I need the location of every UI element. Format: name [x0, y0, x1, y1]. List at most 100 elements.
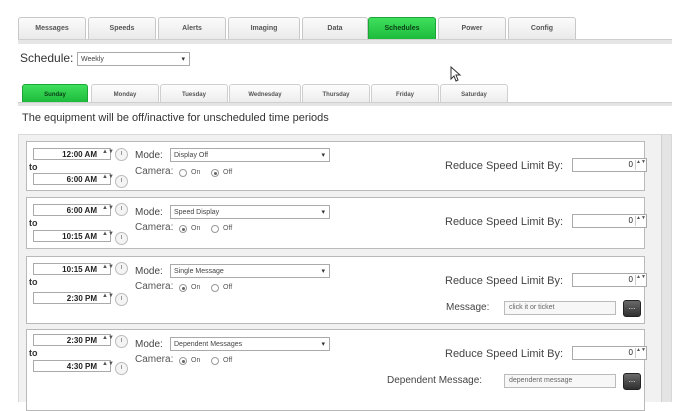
start-time-input[interactable]: 6:00 AM ▲▼ [33, 204, 114, 216]
tab-imaging[interactable]: Imaging [228, 17, 300, 40]
end-time-input[interactable]: 4:30 PM ▲▼ [33, 360, 114, 372]
spinner-icon[interactable]: ▲▼ [102, 149, 114, 155]
reduce-speed-input[interactable]: 0 ▲▼ [572, 273, 647, 287]
end-time-value: 4:30 PM [66, 362, 97, 371]
schedule-entry: 2:30 PM ▲▼ to 4:30 PM ▲▼ Mode: Dependent… [26, 329, 647, 411]
tab-sunday[interactable]: Sunday [22, 84, 88, 103]
tab-wednesday[interactable]: Wednesday [229, 84, 301, 103]
start-time-input[interactable]: 2:30 PM ▲▼ [33, 334, 114, 346]
tab-tuesday[interactable]: Tuesday [160, 84, 228, 103]
camera-label: Camera: [135, 222, 174, 233]
reduce-speed-input[interactable]: 0 ▲▼ [572, 158, 647, 172]
dependent-message-input[interactable]: dependent message [504, 374, 616, 388]
message-picker-button[interactable]: ... [623, 300, 641, 317]
spinner-icon[interactable]: ▲▼ [635, 216, 646, 226]
reduce-speed-input[interactable]: 0 ▲▼ [572, 346, 647, 360]
chevron-down-icon: ▾ [321, 209, 325, 216]
spinner-icon[interactable]: ▲▼ [102, 231, 114, 237]
clock-icon[interactable] [115, 262, 128, 275]
camera-on-radio[interactable] [179, 225, 187, 233]
tab-thursday[interactable]: Thursday [302, 84, 370, 103]
end-time-value: 6:00 AM [66, 175, 97, 184]
camera-off-radio[interactable] [211, 169, 219, 177]
spinner-icon[interactable]: ▲▼ [102, 205, 114, 211]
to-label: to [29, 277, 38, 287]
spinner-icon[interactable]: ▲▼ [102, 335, 114, 341]
schedule-label: Schedule: [20, 51, 74, 65]
spinner-icon[interactable]: ▲▼ [635, 348, 646, 358]
reduce-speed-value: 0 [628, 275, 633, 284]
reduce-speed-value: 0 [628, 216, 633, 225]
clock-icon[interactable] [115, 148, 128, 161]
mode-select[interactable]: Display Off ▾ [170, 148, 330, 162]
camera-on-label: On [191, 357, 201, 364]
camera-on-label: On [191, 169, 201, 176]
end-time-input[interactable]: 2:30 PM ▲▼ [33, 292, 114, 304]
start-time-input[interactable]: 10:15 AM ▲▼ [33, 263, 114, 275]
dependent-message-picker-button[interactable]: ... [623, 373, 641, 390]
camera-off-label: Off [223, 284, 233, 291]
tab-saturday[interactable]: Saturday [440, 84, 508, 103]
camera-off-radio[interactable] [211, 357, 219, 365]
start-time-value: 10:15 AM [62, 265, 97, 274]
mode-select-value: Speed Display [174, 209, 220, 216]
message-label: Message: [446, 302, 490, 313]
schedule-entry: 10:15 AM ▲▼ to 2:30 PM ▲▼ Mode: Single M… [26, 256, 647, 324]
tab-data[interactable]: Data [302, 17, 368, 40]
mode-select[interactable]: Dependent Messages ▾ [170, 337, 330, 351]
start-time-value: 6:00 AM [66, 206, 97, 215]
camera-label: Camera: [135, 166, 174, 177]
to-label: to [29, 162, 38, 172]
tab-schedules[interactable]: Schedules [368, 17, 436, 40]
camera-on-radio[interactable] [179, 357, 187, 365]
end-time-input[interactable]: 6:00 AM ▲▼ [33, 173, 114, 185]
chevron-down-icon: ▾ [321, 152, 325, 159]
schedule-entries-panel: 12:00 AM ▲▼ to 6:00 AM ▲▼ Mode: Display … [18, 134, 672, 411]
start-time-value: 2:30 PM [66, 336, 97, 345]
tab-config[interactable]: Config [508, 17, 576, 40]
mode-select[interactable]: Speed Display ▾ [170, 205, 330, 219]
clock-icon[interactable] [115, 293, 128, 306]
spinner-icon[interactable]: ▲▼ [102, 293, 114, 299]
mode-select[interactable]: Single Message ▾ [170, 264, 330, 278]
mode-select-value: Single Message [174, 268, 224, 275]
clock-icon[interactable] [115, 203, 128, 216]
schedule-entry: 6:00 AM ▲▼ to 10:15 AM ▲▼ Mode: Speed Di… [26, 197, 647, 249]
message-input[interactable]: click it or ticket [504, 301, 616, 315]
schedule-select[interactable]: Weekly ▾ [77, 52, 190, 66]
end-time-value: 10:15 AM [62, 232, 97, 241]
clock-icon[interactable] [115, 232, 128, 245]
spinner-icon[interactable]: ▲▼ [102, 264, 114, 270]
reduce-speed-label: Reduce Speed Limit By: [445, 160, 564, 172]
start-time-input[interactable]: 12:00 AM ▲▼ [33, 148, 114, 160]
tab-power[interactable]: Power [438, 17, 506, 40]
spinner-icon[interactable]: ▲▼ [102, 361, 114, 367]
spinner-icon[interactable]: ▲▼ [635, 160, 646, 170]
camera-off-radio[interactable] [211, 225, 219, 233]
camera-label: Camera: [135, 354, 174, 365]
tab-alerts[interactable]: Alerts [158, 17, 226, 40]
top-tab-strip [18, 39, 672, 44]
spinner-icon[interactable]: ▲▼ [635, 275, 646, 285]
camera-on-radio[interactable] [179, 169, 187, 177]
tab-speeds[interactable]: Speeds [88, 17, 156, 40]
camera-off-radio[interactable] [211, 284, 219, 292]
clock-icon[interactable] [115, 362, 128, 375]
reduce-speed-input[interactable]: 0 ▲▼ [572, 214, 647, 228]
camera-on-radio[interactable] [179, 284, 187, 292]
clock-icon[interactable] [115, 335, 128, 348]
spinner-icon[interactable]: ▲▼ [102, 174, 114, 180]
camera-off-label: Off [223, 225, 233, 232]
reduce-speed-label: Reduce Speed Limit By: [445, 216, 564, 228]
end-time-input[interactable]: 10:15 AM ▲▼ [33, 230, 114, 242]
scrollbar[interactable] [661, 135, 671, 402]
clock-icon[interactable] [115, 175, 128, 188]
tab-friday[interactable]: Friday [371, 84, 439, 103]
tab-monday[interactable]: Monday [91, 84, 159, 103]
start-time-value: 12:00 AM [62, 150, 97, 159]
day-tab-strip [18, 102, 672, 106]
schedule-select-value: Weekly [81, 56, 104, 63]
tab-messages[interactable]: Messages [18, 17, 86, 40]
camera-off-label: Off [223, 169, 233, 176]
mouse-cursor-icon [450, 66, 462, 82]
